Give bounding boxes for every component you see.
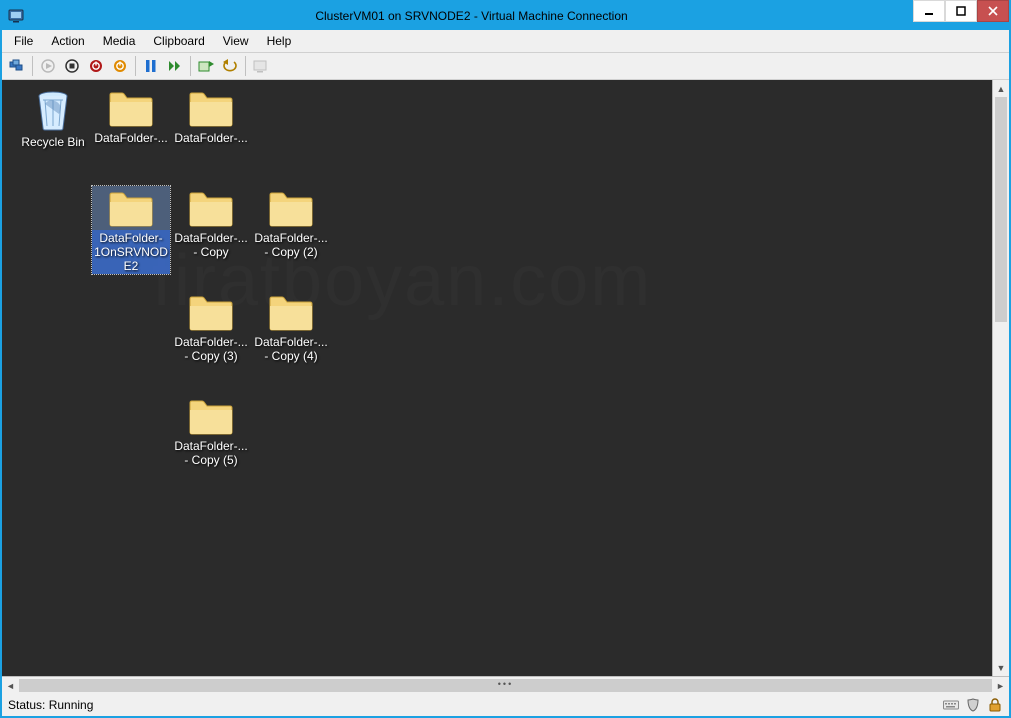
menu-file[interactable]: File (6, 32, 41, 50)
folder-icon (172, 88, 250, 128)
guest-scroll-viewport: firatboyan.com Recycle BinDataFolder-...… (2, 80, 1009, 677)
guest-desktop[interactable]: firatboyan.com Recycle BinDataFolder-...… (2, 80, 1009, 676)
scroll-down-arrow-icon[interactable]: ▼ (993, 659, 1009, 676)
shutdown-button[interactable] (85, 55, 107, 77)
menu-action[interactable]: Action (43, 32, 92, 50)
toolbar-separator (190, 56, 191, 76)
folder-icon (172, 292, 250, 332)
desktop-folder[interactable]: DataFolder-... - Copy (3) (172, 290, 250, 364)
desktop-folder[interactable]: DataFolder-... (172, 86, 250, 146)
reset-button[interactable] (164, 55, 186, 77)
folder-icon (252, 188, 330, 228)
scroll-right-arrow-icon[interactable]: ► (992, 677, 1009, 694)
menu-help[interactable]: Help (259, 32, 300, 50)
keyboard-status-icon (943, 697, 959, 713)
scroll-track-horizontal[interactable]: ••• (19, 677, 992, 694)
scroll-track[interactable] (993, 97, 1009, 659)
save-button[interactable] (109, 55, 131, 77)
icon-label: DataFolder-... (92, 130, 170, 146)
minimize-button[interactable] (913, 0, 945, 22)
app-icon (8, 8, 24, 24)
desktop-recycle-bin[interactable]: Recycle Bin (14, 86, 92, 150)
lock-status-icon (987, 697, 1003, 713)
titlebar[interactable]: ClusterVM01 on SRVNODE2 - Virtual Machin… (2, 2, 1009, 30)
folder-icon (252, 292, 330, 332)
menu-clipboard[interactable]: Clipboard (145, 32, 212, 50)
folder-icon (92, 88, 170, 128)
icon-label: DataFolder-... (172, 130, 250, 146)
folder-icon (172, 188, 250, 228)
icon-label: DataFolder-... - Copy (4) (252, 334, 330, 364)
icon-label: DataFolder-1OnSRVNODE2 (92, 230, 170, 274)
folder-icon (92, 188, 170, 228)
checkpoint-button[interactable] (195, 55, 217, 77)
close-button[interactable] (977, 0, 1009, 22)
icon-label: DataFolder-... - Copy (2) (252, 230, 330, 260)
recycle-bin-icon (14, 88, 92, 132)
icon-label: DataFolder-... - Copy (3) (172, 334, 250, 364)
toolbar (2, 52, 1009, 80)
toolbar-separator (32, 56, 33, 76)
guest-area: firatboyan.com Recycle BinDataFolder-...… (2, 80, 1009, 694)
scroll-up-arrow-icon[interactable]: ▲ (993, 80, 1009, 97)
desktop-folder[interactable]: DataFolder-... - Copy (5) (172, 394, 250, 468)
toolbar-separator (135, 56, 136, 76)
horizontal-scrollbar[interactable]: ◄ ••• ► (2, 677, 1009, 694)
ctrl-alt-del-button[interactable] (6, 55, 28, 77)
turnoff-button[interactable] (61, 55, 83, 77)
desktop-folder[interactable]: DataFolder-1OnSRVNODE2 (92, 186, 170, 274)
icon-label: DataFolder-... - Copy (5) (172, 438, 250, 468)
security-status-icon (965, 697, 981, 713)
desktop-folder[interactable]: DataFolder-... - Copy (4) (252, 290, 330, 364)
desktop-folder[interactable]: DataFolder-... - Copy (172, 186, 250, 260)
revert-button[interactable] (219, 55, 241, 77)
status-text: Status: Running (8, 698, 93, 712)
statusbar: Status: Running (2, 694, 1009, 716)
window-title: ClusterVM01 on SRVNODE2 - Virtual Machin… (30, 9, 913, 23)
scroll-left-arrow-icon[interactable]: ◄ (2, 677, 19, 694)
scroll-grip-icon: ••• (491, 679, 521, 689)
pause-button[interactable] (140, 55, 162, 77)
menu-view[interactable]: View (215, 32, 257, 50)
icon-label: DataFolder-... - Copy (172, 230, 250, 260)
vertical-scrollbar[interactable]: ▲ ▼ (992, 80, 1009, 676)
enhanced-session-button[interactable] (250, 55, 272, 77)
window-controls (913, 2, 1009, 30)
folder-icon (172, 396, 250, 436)
menubar: File Action Media Clipboard View Help (2, 30, 1009, 52)
toolbar-separator (245, 56, 246, 76)
maximize-button[interactable] (945, 0, 977, 22)
vmconnect-window: ClusterVM01 on SRVNODE2 - Virtual Machin… (0, 0, 1011, 718)
menu-media[interactable]: Media (95, 32, 144, 50)
icon-label: Recycle Bin (14, 134, 92, 150)
desktop-folder[interactable]: DataFolder-... (92, 86, 170, 146)
desktop-folder[interactable]: DataFolder-... - Copy (2) (252, 186, 330, 260)
start-button[interactable] (37, 55, 59, 77)
scroll-thumb[interactable] (995, 97, 1007, 322)
